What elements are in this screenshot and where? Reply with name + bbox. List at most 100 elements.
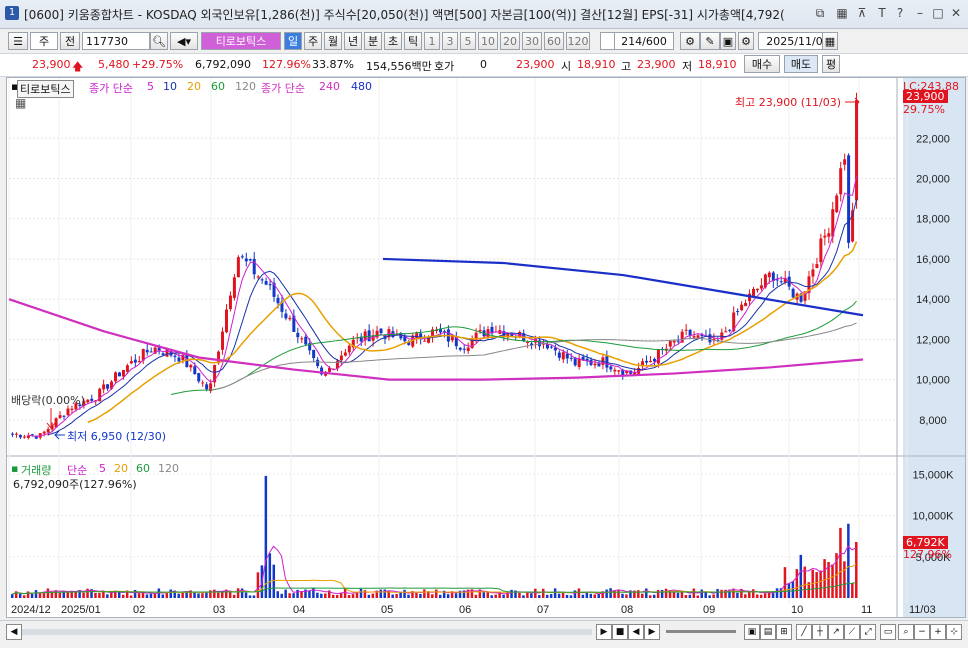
candle-body (656, 349, 660, 364)
ma480-line (382, 257, 864, 317)
magnify-icon[interactable]: ⌕ (898, 624, 914, 640)
candle-body (379, 328, 383, 334)
volume-bar (577, 588, 581, 598)
volume-bar (177, 593, 180, 598)
close-icon[interactable]: ✕ (948, 5, 964, 21)
candle-icon[interactable]: ┼ (812, 624, 828, 640)
volume-bar (839, 527, 842, 598)
date-tick-label: 2025/01 (61, 604, 101, 616)
pin-icon[interactable]: ⊼ (854, 5, 870, 21)
volume-bar (843, 561, 846, 598)
save-icon[interactable]: ▣ (720, 32, 736, 50)
candle-body (823, 235, 827, 238)
hoga-price: 23,900 (516, 58, 555, 71)
interval-tab-7[interactable]: 120 (566, 32, 590, 50)
line-icon[interactable]: ╱ (796, 624, 812, 640)
count-field[interactable]: 214/600 (614, 32, 674, 50)
search-icon[interactable]: 🔍︎ (150, 32, 168, 50)
candle-body (224, 309, 228, 333)
volume-bar (446, 594, 450, 598)
legend-ma2-title: 종가 단순 (261, 82, 305, 95)
buy-button[interactable]: 매수 (744, 55, 780, 73)
period-tab-4[interactable]: 분 (364, 32, 382, 50)
volume-bar (851, 583, 854, 598)
hamburger-icon[interactable]: ☰ (8, 32, 28, 50)
interval-tab-4[interactable]: 20 (500, 32, 520, 50)
arrow-tool-icon[interactable]: ↗ (828, 624, 844, 640)
high-label: 고 (621, 60, 632, 73)
candle-body (549, 346, 553, 348)
volume-bar (645, 588, 648, 598)
period-tab-6[interactable]: 틱 (404, 32, 422, 50)
volume-bar (419, 593, 422, 598)
scroll-left-icon[interactable]: ◀ (6, 624, 22, 640)
candle-body (688, 329, 692, 336)
help-icon[interactable]: ? (892, 5, 908, 21)
indicator-icon[interactable]: ⊞ (776, 624, 792, 640)
volume-bar (783, 567, 787, 598)
prev-icon[interactable]: ◀ (628, 624, 644, 640)
candle-body (423, 340, 427, 342)
trend-tool-icon[interactable]: ⟋ (844, 624, 860, 640)
chart-area[interactable]: 22,000 20,000 18,000 16,000 14,000 12,000 10,0… (6, 77, 966, 618)
candle-body (672, 340, 676, 343)
candle-body (791, 288, 795, 298)
zoom-in-icon[interactable]: + (930, 624, 946, 640)
volume-bar (581, 594, 585, 598)
interval-tab-2[interactable]: 5 (460, 32, 476, 50)
text-icon[interactable]: T (874, 5, 890, 21)
restore-icon[interactable]: ⧉ (812, 5, 828, 21)
prev-button[interactable]: 전 (60, 32, 80, 50)
volume-bar (34, 590, 38, 598)
period-tab-5[interactable]: 초 (384, 32, 402, 50)
draw-icon[interactable]: ✎ (700, 32, 720, 50)
volume-bar (823, 559, 826, 598)
play-icon[interactable]: ▶ (596, 624, 612, 640)
interval-tab-0[interactable]: 1 (424, 32, 440, 50)
zoom-out-icon[interactable]: − (914, 624, 930, 640)
volume-bar (700, 589, 703, 598)
volume-bar (605, 589, 608, 598)
stock-code-input[interactable]: 117730 (82, 32, 150, 50)
interval-tab-3[interactable]: 10 (478, 32, 498, 50)
volume-bar (320, 593, 323, 598)
volume-bar (371, 593, 375, 598)
sell-button[interactable]: 매도 (784, 55, 818, 73)
candle-body (236, 257, 240, 278)
volume-bar (617, 589, 620, 598)
flat-button[interactable]: 평 (822, 55, 840, 73)
calendar-icon[interactable]: ▦ (822, 32, 838, 50)
next-icon[interactable]: ▶ (644, 624, 660, 640)
crosshair-icon[interactable]: ⊹ (946, 624, 962, 640)
minimize-icon[interactable]: – (912, 5, 928, 21)
grid-toggle-icon[interactable]: ▦ (15, 96, 26, 110)
grid-icon[interactable]: ▦ (834, 5, 850, 21)
interval-tab-6[interactable]: 60 (544, 32, 564, 50)
stock-name[interactable]: 티로보틱스 (201, 32, 281, 50)
market-select[interactable]: 주 (30, 32, 58, 50)
volume-bar (423, 589, 426, 598)
period-tab-2[interactable]: 월 (324, 32, 342, 50)
zoom-slider[interactable] (666, 630, 736, 633)
chart-type-icon[interactable]: ▣ (744, 624, 760, 640)
candle-body (54, 418, 58, 428)
zoom-fit-icon[interactable]: ▭ (880, 624, 896, 640)
low-price: 18,910 (698, 58, 737, 71)
interval-tab-1[interactable]: 3 (442, 32, 458, 50)
candle-body (58, 415, 62, 418)
settings-icon[interactable]: ⚙ (738, 32, 754, 50)
tools-icon[interactable]: ⚙ (680, 32, 700, 50)
scrollbar-track[interactable] (22, 629, 592, 635)
legend-ma-1: 10 (163, 80, 177, 93)
candle-body (565, 353, 569, 359)
interval-tab-5[interactable]: 30 (522, 32, 542, 50)
layout-icon[interactable]: ▤ (760, 624, 776, 640)
maximize-icon[interactable]: □ (930, 5, 946, 21)
stop-icon[interactable]: ■ (612, 624, 628, 640)
period-tab-1[interactable]: 주 (304, 32, 322, 50)
sound-icon[interactable]: ◀▾ (170, 32, 198, 50)
period-tab-3[interactable]: 년 (344, 32, 362, 50)
volume-bar (38, 593, 42, 598)
fit-icon[interactable]: ⤢ (860, 624, 876, 640)
period-tab-0[interactable]: 일 (284, 32, 302, 50)
